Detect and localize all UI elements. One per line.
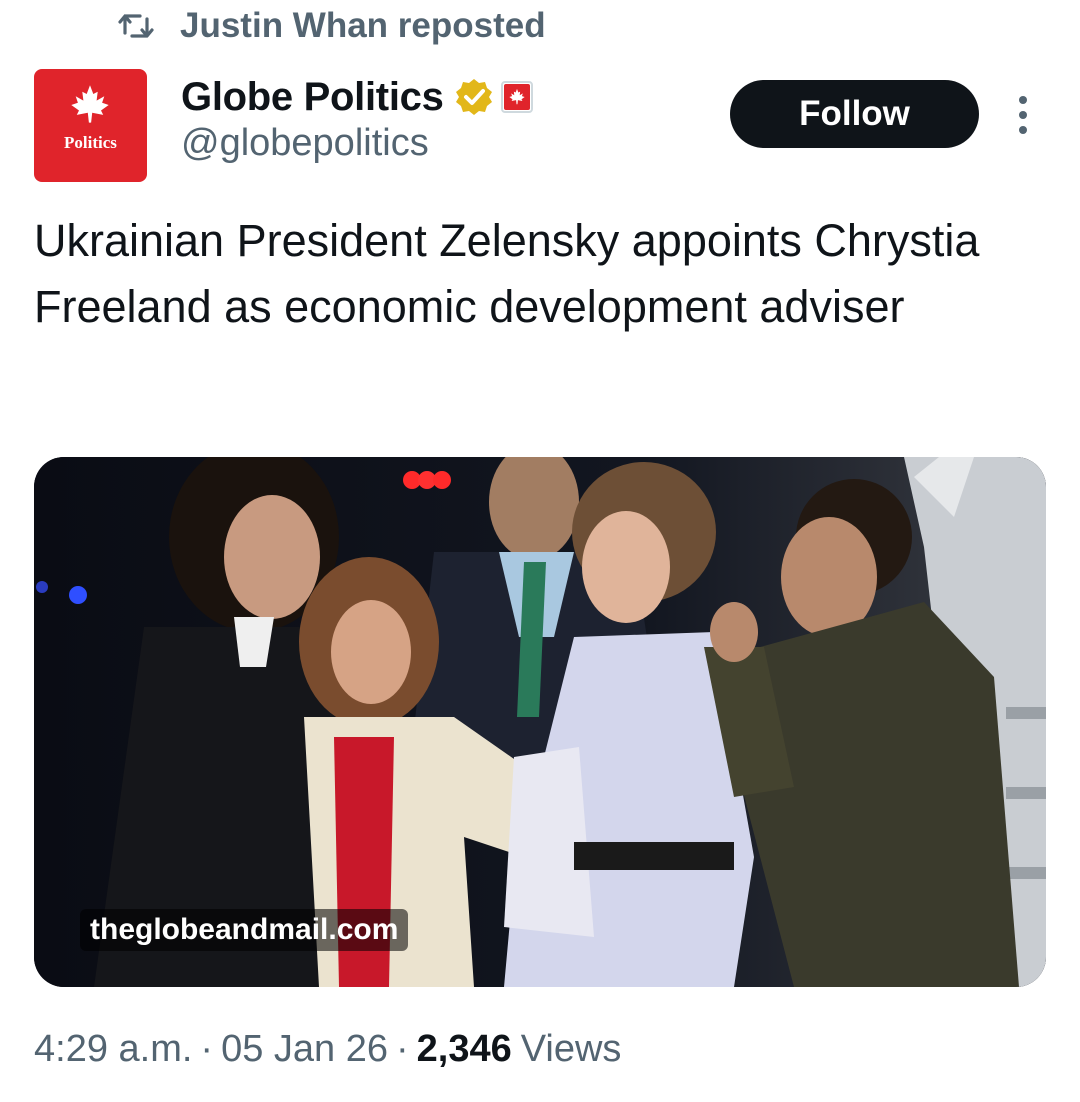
display-name[interactable]: Globe Politics [181,75,444,120]
post-time[interactable]: 4:29 a.m. [34,1028,192,1071]
post-date[interactable]: 05 Jan 26 [221,1028,388,1071]
avatar-label: Politics [64,133,117,152]
maple-leaf-badge-icon[interactable] [500,81,533,113]
views-count[interactable]: 2,346 [417,1028,512,1071]
author-name-row: Globe Politics [181,72,533,122]
link-domain[interactable]: theglobeandmail.com [80,909,409,951]
author-handle[interactable]: @globepolitics [181,122,429,165]
post-text: Ukrainian President Zelensky appoints Ch… [34,215,980,332]
separator-dot: · [396,1028,409,1070]
separator-dot: · [200,1028,214,1070]
post-meta: 4:29 a.m. · 05 Jan 26 · 2,346 Views [34,1028,621,1071]
follow-button[interactable]: Follow [730,80,979,148]
link-card-image[interactable]: theglobeandmail.com [34,457,1046,987]
maple-leaf-icon [71,85,109,123]
repost-icon [118,14,154,38]
news-photo [34,457,1046,987]
repost-header[interactable]: Justin Whan reposted [118,6,546,46]
more-vertical-icon[interactable] [1013,94,1033,136]
verified-gold-badge-icon[interactable] [454,77,494,117]
avatar[interactable]: Politics [34,69,147,182]
repost-text: Justin Whan reposted [180,6,546,45]
views-label[interactable]: Views [521,1028,622,1071]
